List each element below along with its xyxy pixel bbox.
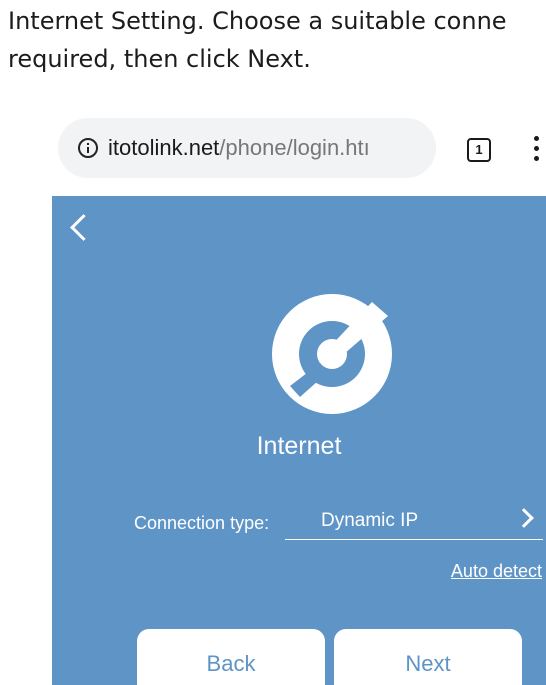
auto-detect-link[interactable]: Auto detect <box>451 561 542 582</box>
address-bar[interactable]: itotolink.net/phone/login.htı <box>58 118 436 178</box>
internet-logo-icon <box>272 294 392 414</box>
instruction-line-2: required, then click Next. <box>8 45 311 73</box>
connection-type-value: Dynamic IP <box>321 510 419 531</box>
url-host: itotolink.net <box>108 135 220 160</box>
instruction-line-1: Internet Setting. Choose a suitable conn… <box>8 7 507 35</box>
chevron-right-icon <box>514 508 534 528</box>
connection-type-label: Connection type: <box>134 513 270 533</box>
instruction-text: Internet Setting. Choose a suitable conn… <box>8 2 546 78</box>
connection-type-select[interactable]: Dynamic IP <box>285 501 543 540</box>
url-path: /phone/login.htı <box>219 135 370 160</box>
app-screen: Internet Connection type: Dynamic IP Aut… <box>52 196 546 685</box>
page-title: Internet <box>256 432 342 460</box>
url-text[interactable]: itotolink.net/phone/login.htı <box>108 135 370 161</box>
tab-switcher-icon[interactable]: 1 <box>467 138 491 162</box>
back-button[interactable]: Back <box>137 629 325 685</box>
info-icon[interactable] <box>78 138 98 158</box>
next-button[interactable]: Next <box>334 629 522 685</box>
more-vert-icon[interactable] <box>534 136 540 162</box>
back-arrow-icon[interactable] <box>70 214 97 241</box>
